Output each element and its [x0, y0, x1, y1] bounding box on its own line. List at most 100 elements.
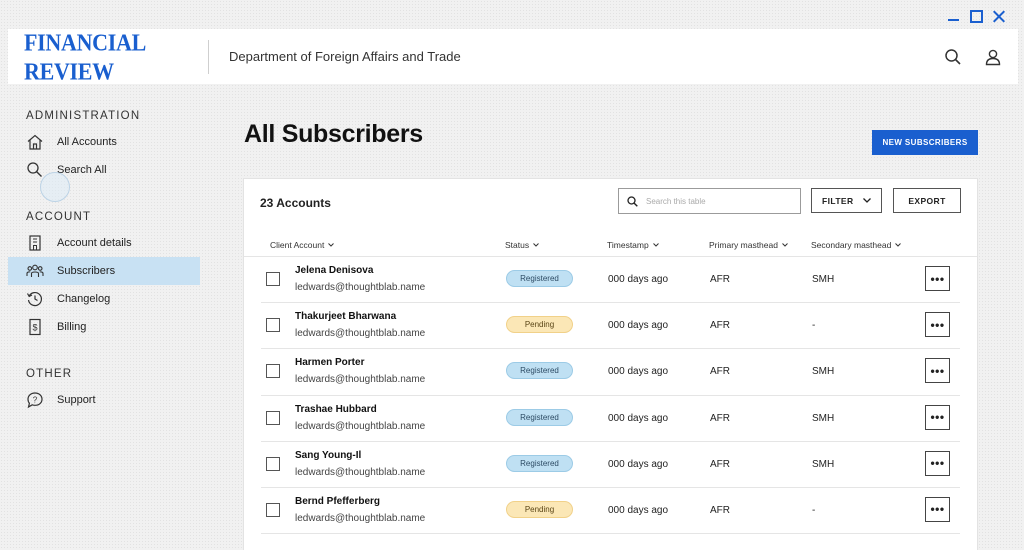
subscriber-email: ledwards@thoughtblab.name [295, 420, 426, 432]
logo[interactable]: FINANCIAL REVIEW [8, 27, 208, 85]
column-header-secondary-masthead[interactable]: Secondary masthead [811, 240, 902, 250]
sidebar-item-changelog[interactable]: Changelog [8, 285, 200, 313]
subscriber-name: Thakurjeet Bharwana [295, 311, 397, 323]
row-actions-button[interactable]: ••• [925, 266, 950, 291]
section-title: OTHER [26, 368, 73, 380]
timestamp: 000 days ago [608, 274, 669, 285]
sidebar-item-label: Account details [57, 237, 132, 249]
column-header-label: Primary masthead [709, 240, 778, 250]
search-icon [627, 195, 638, 207]
row-checkbox[interactable] [266, 456, 280, 471]
svg-text:$: $ [32, 323, 37, 333]
sidebar-item-label: Search All [57, 164, 107, 176]
row-actions-button[interactable]: ••• [925, 312, 950, 338]
subscriber-email: ledwards@thoughtblab.name [295, 374, 426, 386]
table-row[interactable]: Jelena Denisova ledwards@thoughtblab.nam… [261, 257, 960, 304]
row-actions-button[interactable]: ••• [925, 496, 950, 522]
secondary-masthead: SMH [812, 412, 835, 424]
table-row[interactable]: Trashae Hubbard ledwards@thoughtblab.nam… [261, 396, 960, 442]
maximize-icon[interactable] [970, 10, 983, 23]
primary-masthead: AFR [710, 412, 730, 424]
row-actions-button[interactable]: ••• [925, 358, 950, 384]
search-icon[interactable] [944, 48, 962, 66]
timestamp: 000 days ago [608, 458, 669, 470]
column-header-status[interactable]: Status [505, 240, 539, 250]
header-divider [208, 39, 209, 74]
department-name: Department of Foreign Affairs and Trade [229, 49, 461, 64]
chevron-down-icon [533, 243, 539, 247]
timestamp: 000 days ago [608, 366, 669, 378]
search-input[interactable] [646, 196, 786, 206]
user-icon[interactable] [984, 48, 1002, 66]
secondary-masthead: - [812, 504, 816, 516]
row-actions-button[interactable]: ••• [925, 450, 950, 476]
table-row[interactable]: Sang Young-Il ledwards@thoughtblab.name … [261, 442, 960, 488]
click-indicator [40, 172, 70, 202]
secondary-masthead: SMH [812, 366, 835, 378]
sidebar-item-account-details[interactable]: Account details [8, 229, 200, 257]
sidebar-item-support[interactable]: ? Support [8, 386, 200, 414]
status-badge: Registered [506, 408, 573, 426]
subscriber-email: ledwards@thoughtblab.name [295, 512, 426, 524]
sidebar-item-label: Support [57, 394, 96, 406]
minimize-icon[interactable] [947, 10, 960, 23]
timestamp: 000 days ago [608, 412, 669, 424]
subscriber-name: Bernd Pfefferberg [295, 495, 381, 507]
row-checkbox[interactable] [266, 272, 280, 286]
status-badge: Registered [506, 270, 573, 287]
column-header-client-account[interactable]: Client Account [270, 240, 335, 250]
billing-icon: $ [29, 318, 41, 336]
sidebar-item-subscribers[interactable]: Subscribers [8, 257, 200, 285]
section-title: ADMINISTRATION [26, 110, 141, 122]
column-header-timestamp[interactable]: Timestamp [607, 240, 659, 250]
svg-text:?: ? [33, 395, 38, 404]
chevron-down-icon [328, 243, 335, 247]
sidebar-item-billing[interactable]: $ Billing [8, 313, 200, 341]
sidebar-section-account: ACCOUNT Account details Subscribers Chan… [8, 211, 200, 341]
new-subscribers-button[interactable]: NEW SUBSCRIBERS [872, 130, 978, 155]
status-badge: Pending [506, 500, 573, 518]
sidebar-item-label: Changelog [57, 293, 111, 305]
column-header-label: Timestamp [607, 240, 649, 250]
sidebar-item-all-accounts[interactable]: All Accounts [8, 128, 200, 156]
timestamp: 000 days ago [608, 320, 669, 332]
column-header-primary-masthead[interactable]: Primary masthead [709, 240, 788, 250]
building-icon [29, 235, 41, 251]
column-header-label: Status [505, 240, 530, 250]
filter-label: FILTER [822, 195, 854, 206]
row-actions-button[interactable]: ••• [925, 404, 950, 430]
app-header: FINANCIAL REVIEW Department of Foreign A… [8, 27, 1018, 85]
export-button[interactable]: EXPORT [893, 188, 961, 213]
table-row[interactable]: Thakurjeet Bharwana ledwards@thoughtblab… [261, 303, 960, 350]
table-search[interactable] [618, 188, 801, 214]
table-row[interactable]: Bernd Pfefferberg ledwards@thoughtblab.n… [261, 488, 960, 535]
header-actions [944, 48, 1018, 66]
subscriber-name: Jelena Denisova [295, 265, 374, 276]
row-checkbox[interactable] [266, 364, 280, 379]
sidebar-item-label: All Accounts [57, 136, 117, 148]
section-title: ACCOUNT [26, 211, 92, 223]
table-row[interactable]: Harmen Porter ledwards@thoughtblab.name … [261, 349, 960, 396]
page-title: All Subscribers [244, 120, 423, 148]
sidebar-section-administration: ADMINISTRATION All Accounts Search All [8, 110, 200, 184]
column-header-label: Secondary masthead [811, 240, 892, 250]
history-icon [26, 292, 42, 307]
row-checkbox[interactable] [266, 410, 280, 425]
sidebar-item-label: Subscribers [57, 265, 116, 277]
column-header-label: Client Account [270, 240, 325, 250]
row-checkbox[interactable] [266, 318, 280, 333]
primary-masthead: AFR [710, 366, 730, 378]
subscriber-email: ledwards@thoughtblab.name [295, 282, 426, 293]
sidebar-section-other: OTHER ? Support [8, 368, 200, 414]
secondary-masthead: SMH [812, 274, 835, 285]
accounts-count: 23 Accounts [260, 196, 331, 210]
filter-button[interactable]: FILTER [811, 188, 882, 213]
close-icon[interactable] [993, 10, 1006, 23]
chevron-down-icon [782, 243, 788, 247]
subscribers-table-card: 23 Accounts FILTER EXPORT Client Account… [243, 178, 978, 550]
row-checkbox[interactable] [266, 502, 280, 517]
timestamp: 000 days ago [608, 504, 669, 516]
sidebar-item-search-all[interactable]: Search All [8, 156, 200, 184]
primary-masthead: AFR [710, 458, 730, 470]
table-body: Jelena Denisova ledwards@thoughtblab.nam… [244, 257, 977, 535]
